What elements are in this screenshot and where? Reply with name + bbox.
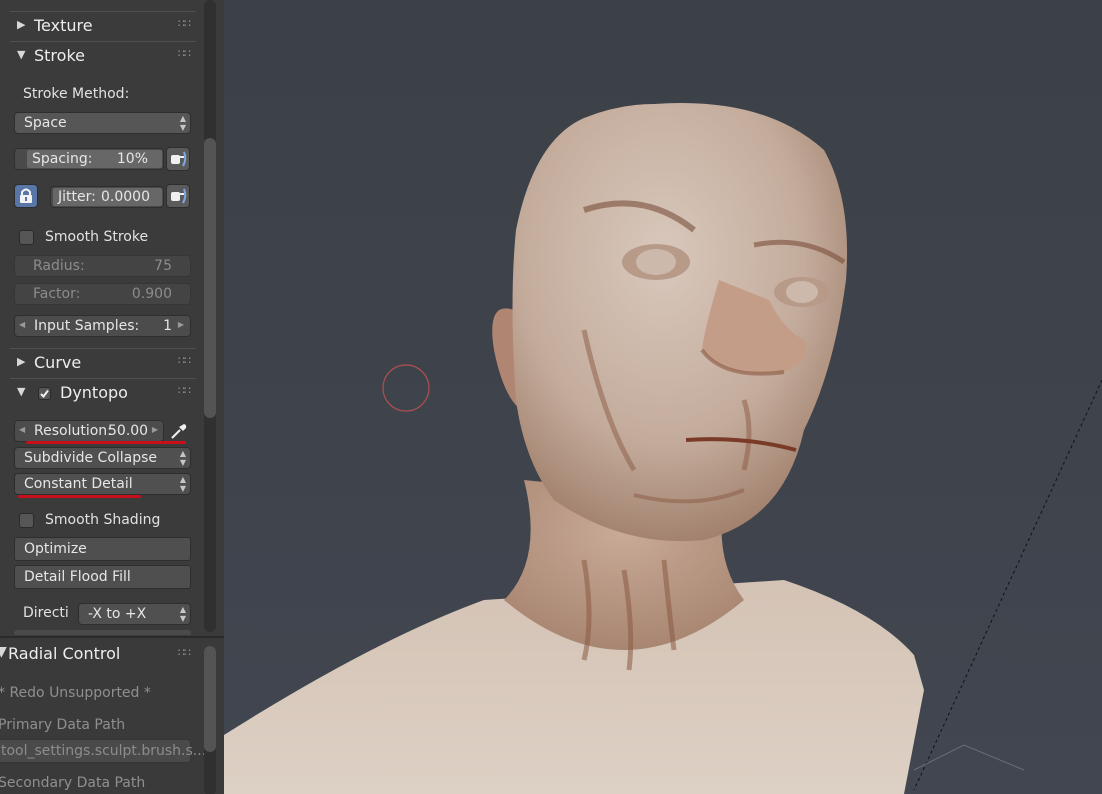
smooth-stroke-label: Smooth Stroke bbox=[45, 229, 149, 245]
detail-type-select[interactable]: Constant Detail ▲ ▼ bbox=[14, 473, 191, 495]
primary-data-path-value: tool_settings.sculpt.brush.s... bbox=[1, 743, 207, 759]
grip-icon[interactable]: ∷∷ bbox=[178, 47, 191, 60]
tool-shelf-scroll-thumb[interactable] bbox=[204, 138, 216, 418]
detail-mode-value: Constant Detail bbox=[24, 476, 133, 492]
radius-label: Radius: bbox=[33, 258, 85, 274]
direction-value: -X to +X bbox=[88, 606, 147, 622]
detail-flood-fill-button[interactable]: Detail Flood Fill bbox=[14, 565, 191, 589]
grip-icon[interactable]: ∷∷ bbox=[178, 384, 191, 397]
input-samples-label: Input Samples: bbox=[34, 318, 140, 334]
resolution-label: Resolution: bbox=[34, 423, 112, 439]
redo-last-panel: ▼ Radial Control ∷∷ * Redo Unsupported *… bbox=[0, 636, 224, 794]
smooth-shading-label: Smooth Shading bbox=[45, 512, 161, 528]
clipped-next-row bbox=[14, 630, 191, 635]
updown-arrows-icon: ▲ ▼ bbox=[179, 475, 186, 493]
pressure-hand-icon bbox=[171, 188, 187, 204]
radius-value: 75 bbox=[154, 258, 172, 274]
redo-panel-scrollbar[interactable] bbox=[204, 646, 216, 794]
grip-icon[interactable]: ∷∷ bbox=[178, 354, 191, 367]
redo-panel-header[interactable]: ▼ Radial Control ∷∷ bbox=[0, 643, 196, 667]
updown-arrows-icon: ▲ ▼ bbox=[179, 114, 186, 132]
smooth-stroke-checkbox[interactable] bbox=[19, 230, 34, 245]
subdivide-collapse-select[interactable]: Subdivide Collapse ▲ ▼ bbox=[14, 447, 191, 469]
spacing-pressure-toggle[interactable] bbox=[166, 147, 190, 171]
collapsed-triangle-icon: ▶ bbox=[17, 18, 26, 31]
factor-label: Factor: bbox=[33, 286, 81, 302]
input-samples-field[interactable]: ◀ Input Samples: 1 ▶ bbox=[14, 315, 191, 337]
tool-shelf-scrollbar[interactable] bbox=[204, 0, 216, 632]
optimize-label: Optimize bbox=[24, 541, 87, 557]
jitter-field-group: Jitter: 0.0000 bbox=[50, 186, 164, 208]
panel-curve-title: Curve bbox=[34, 353, 82, 372]
decrement-arrow-icon[interactable]: ◀ bbox=[19, 425, 25, 434]
spacing-label: Spacing: bbox=[32, 151, 93, 167]
grip-icon[interactable]: ∷∷ bbox=[178, 646, 191, 659]
optimize-button[interactable]: Optimize bbox=[14, 537, 191, 561]
resolution-field[interactable]: ◀ Resolution: 50.00 ▶ bbox=[14, 420, 164, 442]
stroke-method-select[interactable]: Space ▲ ▼ bbox=[14, 112, 191, 134]
eyeball-left bbox=[636, 249, 676, 275]
smooth-shading-checkbox[interactable] bbox=[19, 513, 34, 528]
expanded-triangle-icon: ▼ bbox=[0, 644, 7, 660]
direction-label: Directi bbox=[23, 605, 69, 621]
spacing-slider[interactable]: Spacing: 10% bbox=[27, 150, 162, 168]
expanded-triangle-icon: ▼ bbox=[17, 48, 26, 61]
panel-stroke-title: Stroke bbox=[34, 46, 85, 65]
redo-panel-title: Radial Control bbox=[8, 644, 121, 663]
stroke-method-value: Space bbox=[24, 115, 67, 131]
decrement-arrow-icon[interactable]: ◀ bbox=[19, 320, 25, 329]
pressure-hand-icon bbox=[171, 151, 187, 167]
increment-arrow-icon[interactable]: ▶ bbox=[152, 425, 158, 434]
stroke-method-label: Stroke Method: bbox=[23, 86, 130, 102]
panel-dyntopo-header[interactable]: ▼ Dyntopo ∷∷ bbox=[10, 378, 196, 407]
grip-icon[interactable]: ∷∷ bbox=[178, 17, 191, 30]
spacing-field-group: Spacing: 10% bbox=[14, 148, 164, 170]
tool-shelf: ▶ Texture ∷∷ ▼ Stroke ∷∷ Stroke Method: … bbox=[0, 0, 224, 635]
panel-texture-title: Texture bbox=[34, 16, 93, 35]
flood-fill-label: Detail Flood Fill bbox=[24, 569, 131, 585]
jitter-lock-toggle[interactable] bbox=[14, 184, 38, 208]
collapsed-triangle-icon: ▶ bbox=[17, 355, 26, 368]
panel-dyntopo-title: Dyntopo bbox=[60, 383, 128, 402]
primary-data-path-field: tool_settings.sculpt.brush.s... bbox=[0, 739, 206, 763]
direction-select[interactable]: -X to +X ▲ ▼ bbox=[78, 603, 191, 625]
jitter-slider[interactable]: Jitter: 0.0000 bbox=[53, 188, 162, 206]
sculpt-canvas[interactable] bbox=[224, 0, 1102, 794]
tool-shelf-region: ▶ Texture ∷∷ ▼ Stroke ∷∷ Stroke Method: … bbox=[0, 0, 224, 794]
annotation-underline bbox=[26, 441, 186, 444]
factor-value: 0.900 bbox=[131, 286, 172, 302]
checkmark-icon bbox=[40, 389, 49, 399]
primary-data-path-label: Primary Data Path bbox=[0, 717, 126, 733]
expanded-triangle-icon: ▼ bbox=[17, 385, 26, 398]
smooth-radius-field[interactable]: Radius: 75 bbox=[14, 255, 191, 277]
increment-arrow-icon[interactable]: ▶ bbox=[178, 320, 184, 329]
sample-detail-button[interactable] bbox=[168, 420, 190, 442]
panel-curve-header[interactable]: ▶ Curve ∷∷ bbox=[10, 348, 196, 377]
annotation-underline bbox=[18, 495, 141, 498]
lock-icon bbox=[20, 188, 32, 203]
redo-panel-scroll-thumb[interactable] bbox=[204, 646, 216, 752]
jitter-label: Jitter: bbox=[58, 189, 96, 205]
updown-arrows-icon: ▲ ▼ bbox=[179, 605, 186, 623]
updown-arrows-icon: ▲ ▼ bbox=[179, 449, 186, 467]
subdivide-mode-value: Subdivide Collapse bbox=[24, 450, 158, 466]
panel-texture-header[interactable]: ▶ Texture ∷∷ bbox=[10, 11, 196, 40]
spacing-value: 10% bbox=[116, 151, 148, 167]
panel-stroke-header[interactable]: ▼ Stroke ∷∷ bbox=[10, 41, 196, 70]
eyedropper-icon bbox=[171, 424, 187, 439]
smooth-factor-field[interactable]: Factor: 0.900 bbox=[14, 283, 191, 305]
resolution-value: 50.00 bbox=[108, 423, 149, 439]
input-samples-value: 1 bbox=[163, 318, 172, 334]
redo-unsupported-notice: * Redo Unsupported * bbox=[0, 685, 151, 701]
dyntopo-enable-checkbox[interactable] bbox=[38, 387, 51, 400]
jitter-pressure-toggle[interactable] bbox=[166, 184, 190, 208]
3d-viewport[interactable] bbox=[224, 0, 1102, 794]
jitter-value: 0.0000 bbox=[101, 189, 150, 205]
secondary-data-path-label: Secondary Data Path bbox=[0, 775, 146, 791]
eyeball-right bbox=[786, 281, 818, 303]
